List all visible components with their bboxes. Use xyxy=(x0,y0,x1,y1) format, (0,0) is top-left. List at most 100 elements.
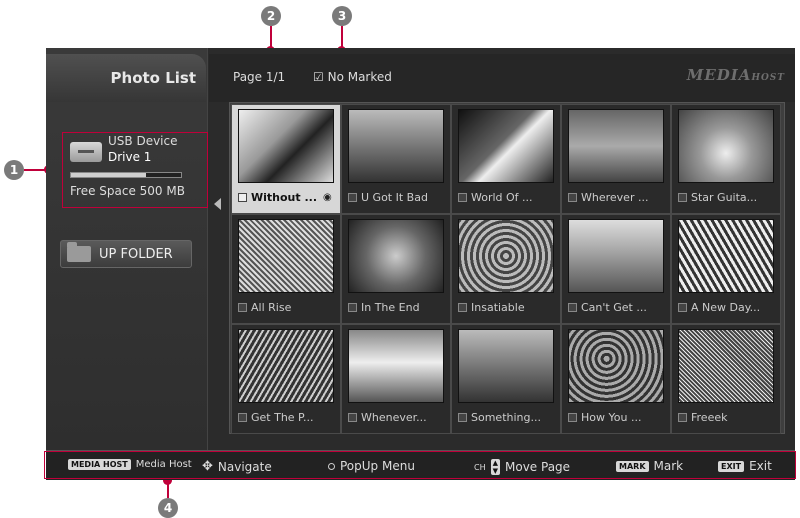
photo-caption: In The End xyxy=(348,299,448,315)
photo-caption: Get The P... xyxy=(238,409,338,425)
photo-label: Without ... xyxy=(251,190,318,204)
photo-tile[interactable]: Whenever... xyxy=(341,324,451,434)
media-host-screen: Photo List USB Device Drive 1 Free Space… xyxy=(46,48,795,480)
callout-2: 2 xyxy=(261,6,281,26)
photo-thumbnail xyxy=(348,329,444,403)
page-title: Photo List xyxy=(46,54,206,102)
photo-label: Something... xyxy=(471,410,541,424)
callout-4: 4 xyxy=(158,498,178,518)
photo-caption: Insatiable xyxy=(458,299,558,315)
photo-thumbnail xyxy=(568,329,664,403)
photo-label: In The End xyxy=(361,300,420,314)
photo-thumbnail xyxy=(678,219,774,293)
photo-caption: Something... xyxy=(458,409,558,425)
photo-thumbnail xyxy=(458,109,554,183)
callout-2-line xyxy=(270,26,272,48)
photo-caption: A New Day... xyxy=(678,299,778,315)
mark-checkbox[interactable] xyxy=(678,412,687,422)
photo-tile[interactable]: All Rise xyxy=(231,214,341,324)
photo-tile[interactable]: Get The P... xyxy=(231,324,341,434)
photo-tile[interactable]: Insatiable xyxy=(451,214,561,324)
device-highlight xyxy=(62,132,208,208)
photo-label: Insatiable xyxy=(471,300,525,314)
photo-caption: U Got It Bad xyxy=(348,189,448,205)
photo-caption: Wherever ... xyxy=(568,189,668,205)
photo-tile[interactable]: Can't Get ... xyxy=(561,214,671,324)
photo-tile[interactable]: Freeek xyxy=(671,324,781,434)
up-folder-button[interactable]: UP FOLDER xyxy=(60,240,192,268)
photo-thumbnail xyxy=(238,219,334,293)
selected-indicator-icon: ◉ xyxy=(323,191,332,203)
photo-thumbnail xyxy=(568,109,664,183)
marked-label: No Marked xyxy=(327,70,392,84)
photo-label: All Rise xyxy=(251,300,292,314)
photo-tile[interactable]: Something... xyxy=(451,324,561,434)
photo-tile[interactable]: In The End xyxy=(341,214,451,324)
mark-checkbox[interactable] xyxy=(238,302,247,312)
mark-checkbox[interactable] xyxy=(458,192,467,202)
photo-thumbnail xyxy=(678,329,774,403)
topbar: Page 1/1 ☑ No Marked MEDIAHOST xyxy=(209,54,795,102)
photo-label: Wherever ... xyxy=(581,190,649,204)
photo-label: A New Day... xyxy=(691,300,761,314)
mark-checkbox[interactable] xyxy=(568,412,577,422)
callout-3-line xyxy=(341,26,343,48)
photo-caption: Freeek xyxy=(678,409,778,425)
photo-label: Get The P... xyxy=(251,410,314,424)
photo-label: World Of ... xyxy=(471,190,533,204)
folder-up-icon xyxy=(67,242,91,262)
mark-checkbox[interactable] xyxy=(238,412,247,422)
photo-label: U Got It Bad xyxy=(361,190,428,204)
left-arrow-icon[interactable] xyxy=(214,198,221,210)
mark-checkbox[interactable] xyxy=(678,192,687,202)
photo-thumbnail xyxy=(568,219,664,293)
bottombar-highlight xyxy=(44,451,796,479)
photo-thumbnail xyxy=(458,219,554,293)
photo-tile[interactable]: Without ... ◉ xyxy=(231,104,341,214)
page-indicator: Page 1/1 xyxy=(233,70,286,84)
photo-thumbnail xyxy=(348,219,444,293)
brand-sub: HOST xyxy=(751,73,785,83)
photo-tile[interactable]: Star Guita... xyxy=(671,104,781,214)
photo-label: Whenever... xyxy=(361,410,427,424)
photo-label: Freeek xyxy=(691,410,728,424)
mark-checkbox[interactable] xyxy=(678,302,687,312)
photo-grid: Without ... ◉ U Got It Bad World Of ... Wher… xyxy=(229,102,785,434)
photo-caption: How You ... xyxy=(568,409,668,425)
mark-checkbox[interactable] xyxy=(568,302,577,312)
photo-caption: Star Guita... xyxy=(678,189,778,205)
mark-checkbox[interactable] xyxy=(348,192,357,202)
mark-checkbox[interactable] xyxy=(238,192,247,202)
photo-label: Can't Get ... xyxy=(581,300,647,314)
photo-thumbnail xyxy=(238,329,334,403)
mark-checkbox[interactable] xyxy=(458,302,467,312)
photo-tile[interactable]: Wherever ... xyxy=(561,104,671,214)
up-folder-label: UP FOLDER xyxy=(99,246,173,262)
mark-checkbox[interactable] xyxy=(348,412,357,422)
brand-main: MEDIA xyxy=(686,66,752,84)
photo-caption: Whenever... xyxy=(348,409,448,425)
callout-1: 1 xyxy=(4,160,24,180)
photo-tile[interactable]: World Of ... xyxy=(451,104,561,214)
photo-tile[interactable]: A New Day... xyxy=(671,214,781,324)
sidebar: Photo List USB Device Drive 1 Free Space… xyxy=(46,48,208,450)
photo-tile[interactable]: U Got It Bad xyxy=(341,104,451,214)
photo-caption: Can't Get ... xyxy=(568,299,668,315)
marked-status: ☑ No Marked xyxy=(313,70,392,84)
photo-thumbnail xyxy=(348,109,444,183)
checkbox-icon: ☑ xyxy=(313,70,324,84)
photo-label: How You ... xyxy=(581,410,642,424)
callout-3: 3 xyxy=(332,6,352,26)
photo-tile[interactable]: How You ... xyxy=(561,324,671,434)
mark-checkbox[interactable] xyxy=(458,412,467,422)
photo-caption: All Rise xyxy=(238,299,338,315)
photo-caption: World Of ... xyxy=(458,189,558,205)
photo-thumbnail xyxy=(238,109,334,183)
media-host-logo: MEDIAHOST xyxy=(687,66,785,84)
photo-caption: Without ... ◉ xyxy=(238,189,338,205)
photo-thumbnail xyxy=(458,329,554,403)
mark-checkbox[interactable] xyxy=(568,192,577,202)
photo-label: Star Guita... xyxy=(691,190,758,204)
photo-thumbnail xyxy=(678,109,774,183)
mark-checkbox[interactable] xyxy=(348,302,357,312)
